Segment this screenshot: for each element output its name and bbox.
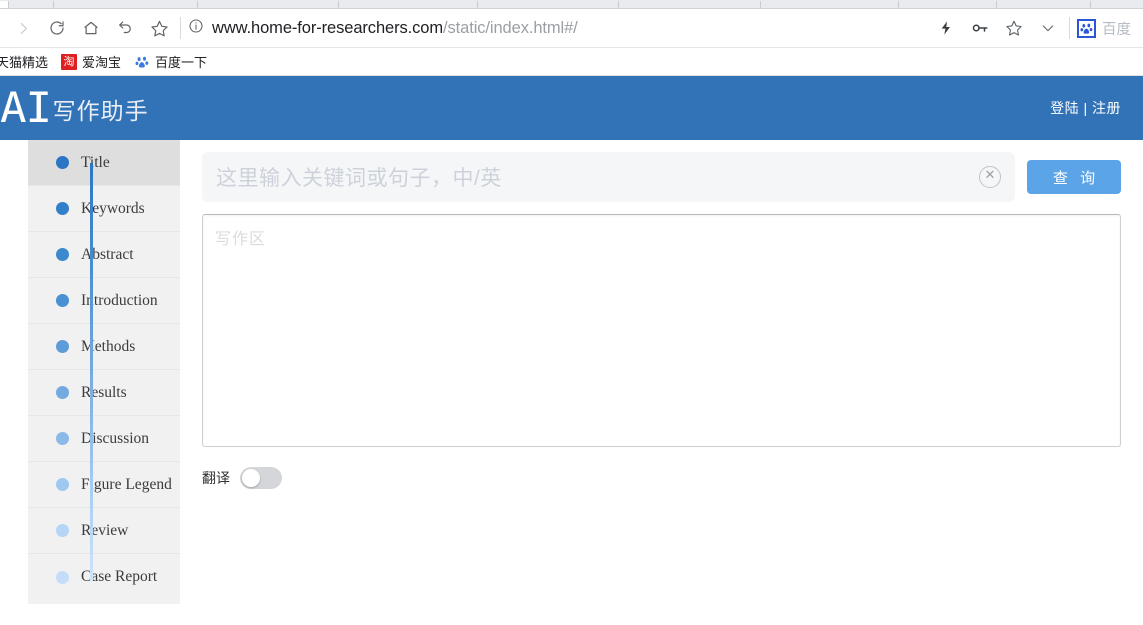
browser-window: www.home-for-researchers.com/static/inde… (0, 0, 1143, 76)
home-icon[interactable] (74, 13, 108, 43)
taobao-icon: 淘 (61, 53, 78, 70)
sidebar-item-figure-legend[interactable]: Figure Legend (28, 462, 180, 508)
sidebar-item-methods[interactable]: Methods (28, 324, 180, 370)
bookmark-item[interactable]: 百度一下 (134, 52, 207, 71)
search-input[interactable]: 这里输入关键词或句子，中/英 ✕ (202, 152, 1015, 202)
sidebar-item-keywords[interactable]: Keywords (28, 186, 180, 232)
browser-tab[interactable] (1091, 1, 1143, 8)
timeline-dot-icon (56, 570, 69, 584)
sidebar-item-abstract[interactable]: Abstract (28, 232, 180, 278)
info-icon[interactable] (188, 18, 204, 39)
lightning-icon[interactable] (929, 13, 963, 43)
sidebar-item-review[interactable]: Review (28, 508, 180, 554)
sidebar-item-label: Title (81, 153, 110, 171)
timeline-connector (90, 163, 93, 581)
reload-icon[interactable] (40, 13, 74, 43)
sidebar-item-title[interactable]: Title (28, 140, 180, 186)
auth-links[interactable]: 登陆 | 注册 (1050, 98, 1121, 118)
sidebar-item-case-report[interactable]: Case Report (28, 554, 180, 600)
query-button[interactable]: 查 询 (1027, 160, 1121, 194)
bookmark-label: 爱淘宝 (82, 55, 122, 70)
browser-tab[interactable] (899, 1, 997, 8)
toggle-knob (242, 469, 260, 487)
browser-tab-strip[interactable] (0, 0, 1143, 9)
logo-text: 写作助手 (52, 98, 149, 124)
sidebar-item-label: Abstract (81, 245, 134, 263)
site-logo[interactable]: AI 写作助手 (0, 83, 149, 132)
editor-placeholder: 写作区 (215, 231, 267, 248)
translate-label: 翻译 (202, 470, 230, 486)
url-path: /static/index.html#/ (443, 18, 578, 37)
site-header: AI 写作助手 登陆 | 注册 (0, 76, 1143, 140)
bookmark-item[interactable]: 淘 爱淘宝 (61, 52, 121, 71)
timeline-dot-icon (56, 432, 69, 445)
bookmark-label: 百度一下 (155, 55, 208, 70)
browser-tab[interactable] (619, 1, 761, 8)
baidu-extension-icon[interactable] (1077, 18, 1096, 38)
forward-arrow-icon[interactable] (6, 13, 40, 43)
address-bar[interactable]: www.home-for-researchers.com/static/inde… (188, 13, 929, 43)
clear-icon[interactable]: ✕ (979, 166, 1001, 188)
baidu-extension-label: 百度 (1102, 21, 1131, 38)
timeline-dot-icon (56, 294, 69, 307)
browser-toolbar: www.home-for-researchers.com/static/inde… (0, 9, 1143, 48)
bookmark-item[interactable]: 天猫精选 (0, 52, 48, 71)
browser-tab[interactable] (0, 1, 9, 8)
sidebar-item-introduction[interactable]: Introduction (28, 278, 180, 324)
timeline-dot-icon (56, 156, 69, 169)
timeline-dot-icon (56, 202, 69, 215)
baidu-paw-icon (134, 54, 150, 70)
browser-tab[interactable] (478, 1, 619, 8)
star-icon[interactable] (142, 13, 176, 43)
sidebar-item-label: Review (81, 521, 129, 539)
page-body: Title Keywords Abstract Introduction Met… (0, 140, 1143, 625)
browser-tab[interactable] (9, 1, 54, 8)
search-bar: 这里输入关键词或句子，中/英 ✕ 查 询 (202, 152, 1121, 202)
timeline-dot-icon (56, 478, 69, 491)
sidebar-item-results[interactable]: Results (28, 370, 180, 416)
key-icon[interactable] (963, 13, 997, 43)
translate-toggle[interactable] (240, 467, 282, 489)
bookmark-label: 天猫精选 (0, 55, 49, 70)
browser-tab[interactable] (54, 1, 198, 8)
timeline-dot-icon (56, 524, 69, 537)
browser-tab[interactable] (761, 1, 899, 8)
browser-tab[interactable] (339, 1, 478, 8)
sidebar-item-label: Results (81, 383, 127, 401)
timeline-dot-icon (56, 386, 69, 399)
sidebar-item-label: Figure Legend (81, 475, 172, 493)
timeline-dot-icon (56, 248, 69, 261)
search-input-placeholder: 这里输入关键词或句子，中/英 (216, 167, 502, 190)
section-sidebar: Title Keywords Abstract Introduction Met… (28, 140, 180, 604)
url-domain: www.home-for-researchers.com (212, 18, 444, 37)
browser-tab[interactable] (198, 1, 339, 8)
translate-toggle-row: 翻译 (202, 467, 1121, 489)
url-text: www.home-for-researchers.com/static/inde… (212, 19, 578, 38)
editor-textarea[interactable]: 写作区 (202, 214, 1121, 447)
toolbar-right-group: 百度 (929, 13, 1137, 43)
browser-tab[interactable] (997, 1, 1091, 8)
chevron-down-icon[interactable] (1031, 13, 1065, 43)
toolbar-divider (180, 17, 181, 39)
bookmark-star-icon[interactable] (997, 13, 1031, 43)
timeline-dot-icon (56, 340, 69, 353)
bookmarks-bar: 天猫精选 淘 爱淘宝 百度一下 (0, 48, 1143, 76)
logo-mark: AI (0, 83, 52, 132)
back-curve-icon[interactable] (108, 13, 142, 43)
toolbar-divider (1069, 17, 1070, 39)
main-content: 这里输入关键词或句子，中/英 ✕ 查 询 写作区 翻译 (180, 140, 1143, 489)
sidebar-item-discussion[interactable]: Discussion (28, 416, 180, 462)
